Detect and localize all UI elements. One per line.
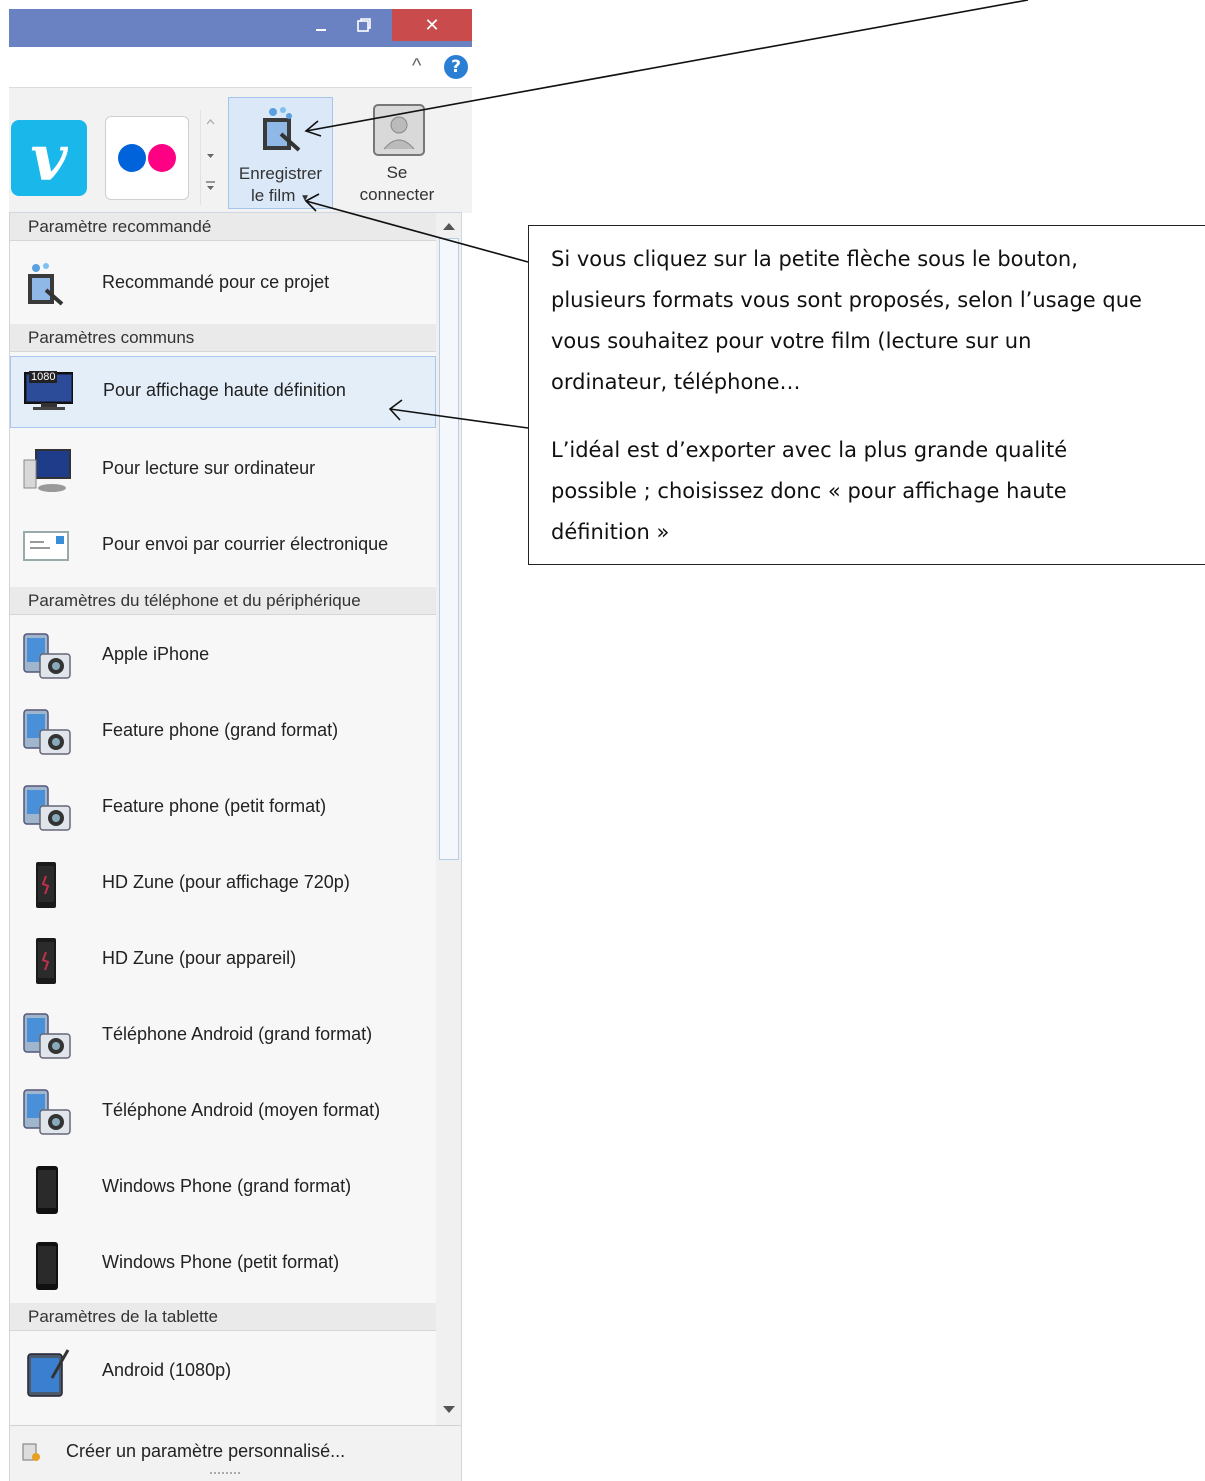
phone-camera-icon [23, 709, 71, 755]
menu-item-label: Android (1080p) [102, 1360, 232, 1380]
menu-item-email[interactable]: Pour envoi par courrier électronique [10, 510, 436, 582]
minimize-button[interactable] [306, 9, 336, 41]
film-settings-icon [28, 263, 64, 306]
restore-button[interactable] [349, 9, 379, 41]
phone-camera-icon [23, 1089, 71, 1135]
collapse-ribbon-icon[interactable]: ^ [412, 55, 421, 78]
menu-item-label: Pour envoi par courrier électronique [102, 534, 389, 554]
menu-item-hd[interactable]: 1080 Pour affichage haute définition [10, 356, 436, 428]
menu-item-computer[interactable]: Pour lecture sur ordinateur [10, 434, 436, 506]
annotation-callout: Si vous cliquez sur la petite flèche sou… [528, 225, 1205, 565]
custom-setting-button[interactable]: Créer un paramètre personnalisé... [10, 1425, 461, 1481]
menu-item-winphone-large[interactable]: Windows Phone (grand format) [10, 1152, 436, 1224]
windows-phone-icon [36, 1242, 58, 1290]
dropdown-arrow-icon: ▼ [300, 193, 311, 204]
menu-item-iphone[interactable]: Apple iPhone [10, 620, 436, 692]
email-icon [23, 531, 69, 561]
zune-icon [36, 862, 56, 908]
menu-item-android-large[interactable]: Téléphone Android (grand format) [10, 1000, 436, 1072]
vimeo-icon: v [30, 120, 68, 196]
menu-item-winphone-small[interactable]: Windows Phone (petit format) [10, 1228, 436, 1300]
flickr-icon [118, 144, 146, 172]
connect-label: Se [386, 163, 408, 182]
phone-camera-icon [23, 785, 71, 831]
menu-item-android-medium[interactable]: Téléphone Android (moyen format) [10, 1076, 436, 1148]
close-icon: ✕ [424, 14, 440, 36]
computer-icon [23, 449, 71, 492]
menu-item-feature-large[interactable]: Feature phone (grand format) [10, 696, 436, 768]
tablet-icon [27, 1349, 70, 1397]
scroll-down-icon[interactable] [442, 1405, 456, 1415]
menu-item-label: Feature phone (petit format) [102, 796, 327, 816]
user-icon [373, 104, 425, 156]
custom-setting-icon [22, 1443, 40, 1461]
ribbon-header: ^ ? [9, 47, 472, 87]
menu-item-zune-device[interactable]: HD Zune (pour appareil) [10, 924, 436, 996]
restore-icon [357, 18, 371, 32]
menu-item-label: HD Zune (pour appareil) [102, 948, 297, 968]
callout-paragraph-1: Si vous cliquez sur la petite flèche sou… [551, 247, 1142, 394]
menu-item-feature-small[interactable]: Feature phone (petit format) [10, 772, 436, 844]
film-settings-icon [263, 107, 301, 152]
menu-item-label: Téléphone Android (moyen format) [102, 1100, 381, 1120]
menu-item-label: Windows Phone (grand format) [102, 1176, 352, 1196]
gallery-scroll[interactable] [200, 110, 220, 205]
menu-item-label: Recommandé pour ce projet [102, 272, 330, 292]
callout-paragraph-2: L’idéal est d’exporter avec la plus gran… [551, 438, 1068, 544]
close-button[interactable]: ✕ [392, 9, 472, 41]
save-movie-button[interactable]: Enregistrer le film ▼ [228, 97, 333, 209]
minimize-icon [316, 29, 326, 31]
menu-item-zune-720[interactable]: HD Zune (pour affichage 720p) [10, 848, 436, 920]
scroll-thumb[interactable] [439, 238, 459, 860]
menu-scrollbar[interactable] [436, 213, 461, 1425]
hd-badge: 1080 [29, 371, 58, 383]
section-tablet: Paramètres de la tablette [10, 1303, 436, 1331]
save-label-2: le film ▼ [250, 186, 311, 205]
menu-item-recommended[interactable]: Recommandé pour ce projet [10, 248, 436, 320]
menu-item-label: Apple iPhone [102, 644, 210, 664]
flickr-share-button[interactable] [105, 116, 189, 200]
section-common: Paramètres communs [10, 324, 436, 352]
phone-camera-icon [23, 633, 71, 679]
section-phone: Paramètres du téléphone et du périphériq… [10, 587, 436, 615]
zune-icon [36, 938, 56, 984]
menu-item-label: Feature phone (grand format) [102, 720, 339, 740]
menu-item-android-tablet[interactable]: Android (1080p) [10, 1336, 436, 1408]
windows-phone-icon [36, 1166, 58, 1214]
sign-in-button[interactable]: Se connecter [347, 97, 447, 207]
menu-item-label: Téléphone Android (grand format) [102, 1024, 373, 1044]
custom-setting-label: Créer un paramètre personnalisé... [66, 1441, 346, 1461]
menu-item-label: Pour lecture sur ordinateur [102, 458, 316, 478]
gallery-more-icon [207, 186, 214, 190]
connect-label-2: connecter [359, 185, 435, 204]
save-label: Enregistrer [238, 164, 323, 183]
phone-camera-icon [23, 1013, 71, 1059]
menu-item-label: HD Zune (pour affichage 720p) [102, 872, 350, 892]
scroll-up-icon[interactable] [442, 221, 456, 231]
gallery-down-icon [207, 154, 214, 158]
resize-grip[interactable] [210, 1472, 240, 1478]
save-movie-menu: Paramètre recommandé Recommandé pour ce … [9, 212, 462, 1481]
menu-item-label: Pour affichage haute définition [103, 380, 346, 400]
title-bar: ✕ [9, 9, 472, 47]
help-icon[interactable]: ? [444, 55, 468, 79]
gallery-up-icon [206, 119, 215, 125]
menu-item-label: Windows Phone (petit format) [102, 1252, 340, 1272]
section-recommended: Paramètre recommandé [10, 213, 436, 241]
vimeo-share-button[interactable]: v [11, 120, 87, 196]
